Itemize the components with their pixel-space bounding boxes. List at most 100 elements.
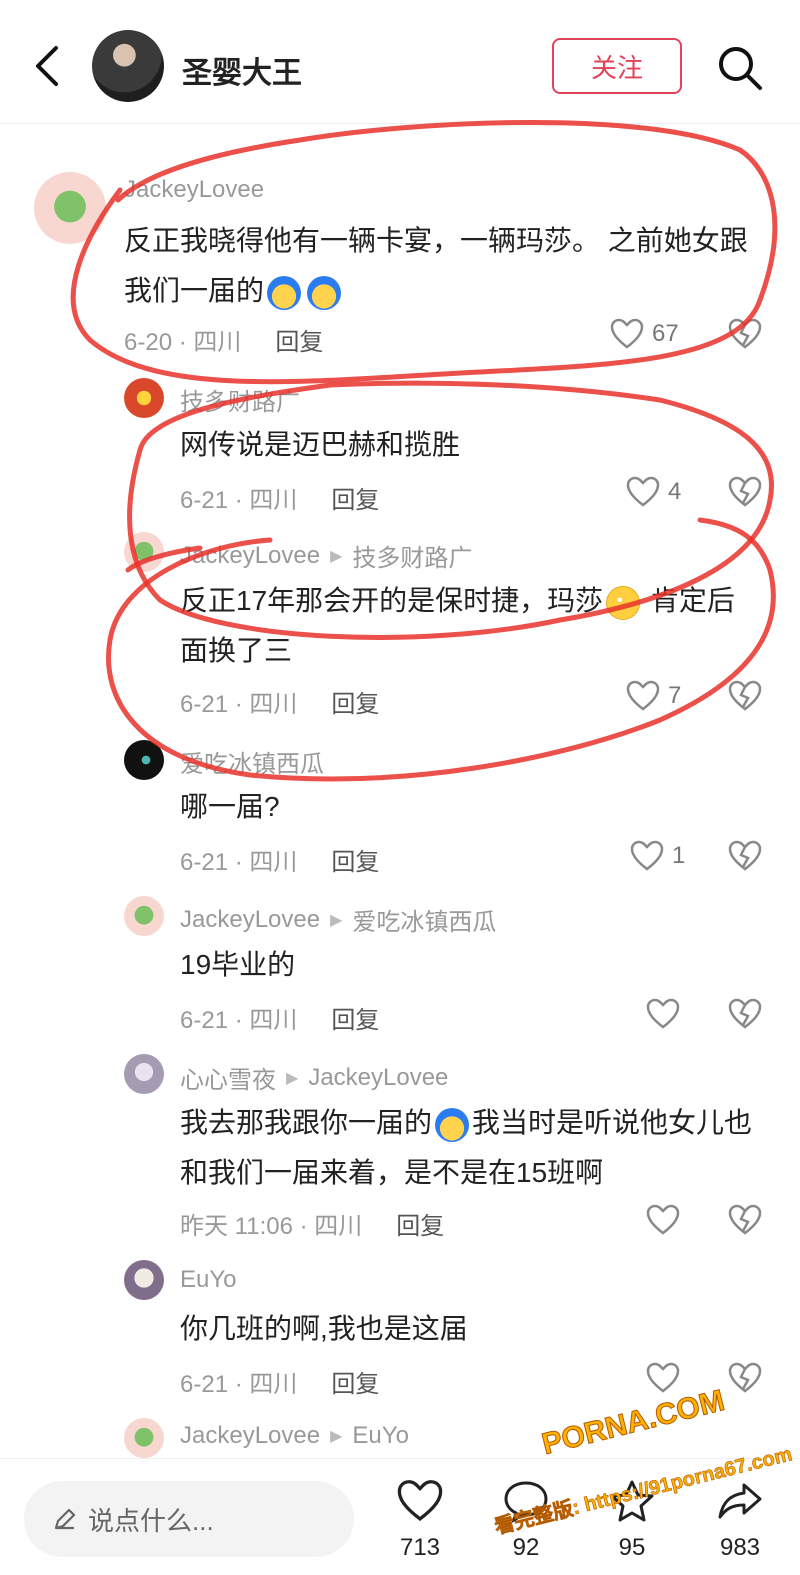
comment-time: 6-21 · 四川: [180, 1007, 298, 1034]
reply-target-name[interactable]: 爱吃冰镇西瓜: [352, 902, 496, 937]
reply-arrow-icon: ▶: [330, 547, 343, 565]
star-post-button[interactable]: 95: [592, 1479, 672, 1562]
commenter-name[interactable]: EuYo: [180, 1266, 237, 1294]
reply-button[interactable]: 回复: [331, 1371, 379, 1398]
search-icon[interactable]: [716, 44, 764, 92]
reply-arrow-icon: ▶: [286, 1069, 299, 1087]
commenter-avatar[interactable]: [124, 1260, 164, 1300]
author-avatar[interactable]: [92, 30, 164, 102]
dislike-button[interactable]: [728, 998, 762, 1030]
like-button[interactable]: 1: [630, 840, 685, 872]
bottom-action-bar: 说点什么... 713 92 95 983: [0, 1458, 800, 1575]
commenter-name[interactable]: JackeyLovee: [180, 906, 320, 934]
dislike-button[interactable]: [728, 680, 762, 712]
reply-button[interactable]: 回复: [275, 329, 323, 356]
smirk-emoji-icon: [606, 585, 641, 620]
like-count: 4: [668, 478, 682, 505]
commenter-name[interactable]: JackeyLovee: [180, 542, 320, 570]
like-button[interactable]: 67: [610, 318, 679, 350]
like-button[interactable]: 7: [626, 680, 681, 712]
reply-button[interactable]: 回复: [331, 1007, 379, 1034]
share-icon: [718, 1483, 762, 1519]
like-count: 1: [672, 842, 686, 869]
reply-item: JackeyLovee ▶ 技多财路广 反正17年那会开的是保时捷，玛莎 肯定后面换…: [0, 530, 800, 730]
heart-icon: [646, 1362, 680, 1393]
commenter-name[interactable]: JackeyLovee: [124, 176, 264, 204]
star-icon: [610, 1480, 654, 1522]
comment-text: 你几班的啊,我也是这届: [180, 1313, 468, 1344]
reply-item: JackeyLovee ▶ EuYo: [0, 1416, 800, 1458]
commenter-avatar[interactable]: [124, 378, 164, 418]
comment-text: 反正我晓得他有一辆卡宴，一辆玛莎。 之前她女跟我们一届的: [124, 216, 774, 316]
dislike-button[interactable]: [728, 1362, 762, 1394]
comment-count: 92: [512, 1534, 540, 1561]
like-button[interactable]: [646, 998, 680, 1030]
broken-heart-icon: [728, 840, 762, 871]
dislike-button[interactable]: [728, 318, 762, 350]
reply-target-name[interactable]: 技多财路广: [352, 538, 472, 573]
comment-text: 我去那我跟你一届的 我当时是听说他女儿也和我们一届来着，是不是在15班啊: [180, 1107, 753, 1188]
crying-emoji-icon: [307, 275, 342, 310]
broken-heart-icon: [728, 1362, 762, 1393]
reply-button[interactable]: 回复: [396, 1213, 444, 1240]
reply-button[interactable]: 回复: [331, 487, 379, 514]
star-count: 95: [618, 1534, 646, 1561]
follow-button[interactable]: 关注: [552, 38, 682, 94]
reply-arrow-icon: ▶: [330, 911, 343, 929]
heart-icon: [610, 318, 644, 349]
like-count: 7: [668, 682, 682, 709]
author-name[interactable]: 圣婴大王: [182, 48, 302, 92]
comment-time: 6-20 · 四川: [124, 329, 242, 356]
heart-icon: [630, 840, 664, 871]
comment-text: 网传说是迈巴赫和揽胜: [180, 429, 461, 460]
like-button[interactable]: 4: [626, 476, 681, 508]
commenter-avatar[interactable]: [34, 172, 106, 244]
broken-heart-icon: [728, 680, 762, 711]
commenter-avatar[interactable]: [124, 532, 164, 572]
commenter-name[interactable]: JackeyLovee: [180, 1422, 320, 1450]
heart-icon: [626, 680, 660, 711]
like-post-button[interactable]: 713: [380, 1479, 460, 1562]
commenter-name[interactable]: 心心雪夜: [180, 1060, 276, 1095]
dislike-button[interactable]: [728, 840, 762, 872]
reply-button[interactable]: 回复: [331, 691, 379, 718]
commenter-avatar[interactable]: [124, 1054, 164, 1094]
heart-icon: [646, 998, 680, 1029]
broken-heart-icon: [728, 998, 762, 1029]
commenter-name[interactable]: 爱吃冰镇西瓜: [180, 744, 324, 779]
like-count: 67: [652, 320, 679, 347]
comment-input-placeholder: 说点什么...: [88, 1505, 214, 1536]
reply-button[interactable]: 回复: [331, 849, 379, 876]
comment-time: 6-21 · 四川: [180, 691, 298, 718]
back-arrow-icon[interactable]: [30, 44, 66, 88]
share-post-button[interactable]: 983: [700, 1479, 780, 1562]
comment-text: 19毕业的: [180, 949, 296, 980]
dislike-button[interactable]: [728, 476, 762, 508]
broken-heart-icon: [728, 1204, 762, 1235]
reply-target-name[interactable]: JackeyLovee: [308, 1064, 448, 1092]
heart-icon: [646, 1204, 680, 1235]
comment-input[interactable]: 说点什么...: [24, 1481, 354, 1557]
comment-text: 反正17年那会开的是保时捷，玛莎 肯定后面换了三: [180, 585, 735, 666]
comment-post-button[interactable]: 92: [486, 1479, 566, 1562]
reply-item: JackeyLovee ▶ 爱吃冰镇西瓜 19毕业的 6-21 · 四川 回复: [0, 894, 800, 1044]
top-bar: 圣婴大王 关注: [0, 0, 800, 124]
broken-heart-icon: [728, 476, 762, 507]
like-count: 713: [399, 1534, 441, 1561]
commenter-avatar[interactable]: [124, 1418, 164, 1458]
commenter-avatar[interactable]: [124, 896, 164, 936]
share-count: 983: [719, 1534, 761, 1561]
reply-item: 爱吃冰镇西瓜 哪一届? 6-21 · 四川 回复 1: [0, 736, 800, 886]
dislike-button[interactable]: [728, 1204, 762, 1236]
comment-item: JackeyLovee 反正我晓得他有一辆卡宴，一辆玛莎。 之前她女跟我们一届的…: [0, 172, 800, 372]
commenter-avatar[interactable]: [124, 740, 164, 780]
like-button[interactable]: [646, 1362, 680, 1394]
comment-time: 6-21 · 四川: [180, 487, 298, 514]
reply-item: EuYo 你几班的啊,我也是这届 6-21 · 四川 回复: [0, 1258, 800, 1408]
like-button[interactable]: [646, 1204, 680, 1236]
comment-time: 昨天 11:06 · 四川: [180, 1213, 363, 1240]
commenter-name[interactable]: 技多财路广: [180, 382, 300, 417]
comment-time: 6-21 · 四川: [180, 1371, 298, 1398]
pencil-icon: [54, 1508, 76, 1530]
reply-target-name[interactable]: EuYo: [352, 1422, 409, 1450]
